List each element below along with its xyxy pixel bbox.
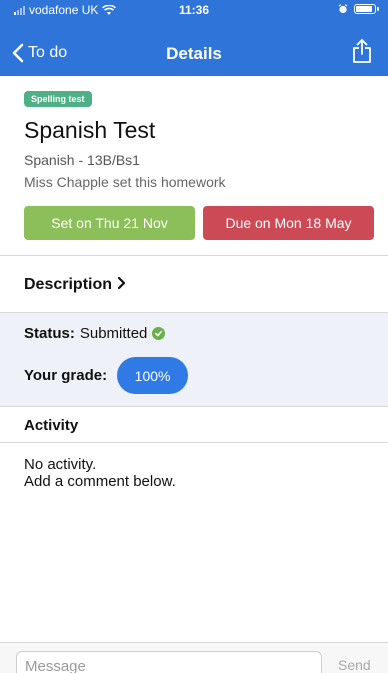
status-bar: vodafone UK 11:36 [0,0,388,20]
status-section: Status: Submitted Your grade: 100% [0,313,388,407]
activity-empty-state: No activity. Add a comment below. [24,456,176,490]
share-icon [353,39,371,63]
activity-empty-line2: Add a comment below. [24,473,176,490]
page-title: Details [166,44,222,63]
share-button[interactable] [352,38,372,69]
description-label: Description [24,276,113,293]
set-date-button[interactable]: Set on Thu 21 Nov [24,206,195,240]
activity-title: Activity [24,417,79,434]
grade-line: Your grade: 100% [24,357,189,394]
homework-title: Spanish Test [24,117,156,143]
alarm-icon [338,4,348,14]
homework-teacher-note: Miss Chapple set this homework [24,174,226,190]
send-button[interactable]: Send [338,657,371,673]
nav-bar: To do Details [0,34,388,74]
description-row[interactable]: Description [0,256,388,313]
homework-type-badge: Spelling test [24,91,92,107]
status-value: Submitted [79,325,148,342]
activity-empty-line1: No activity. [24,456,97,473]
chevron-right-icon [117,276,126,295]
message-input[interactable] [16,651,322,673]
status-line: Status: Submitted [24,325,166,342]
status-label: Status: [24,325,75,342]
check-icon [152,327,166,340]
activity-header: Activity [0,407,388,443]
message-composer: Send [0,642,388,673]
grade-pill: 100% [117,357,189,394]
due-date-button[interactable]: Due on Mon 18 May [203,206,374,240]
battery-icon [354,4,379,14]
grade-label: Your grade: [24,367,108,384]
status-right [338,4,379,14]
homework-summary: Spelling test Spanish Test Spanish - 13B… [0,76,388,256]
top-header: vodafone UK 11:36 To do Details [0,0,388,76]
status-time: 11:36 [178,3,210,17]
homework-class: Spanish - 13B/Bs1 [24,152,140,168]
